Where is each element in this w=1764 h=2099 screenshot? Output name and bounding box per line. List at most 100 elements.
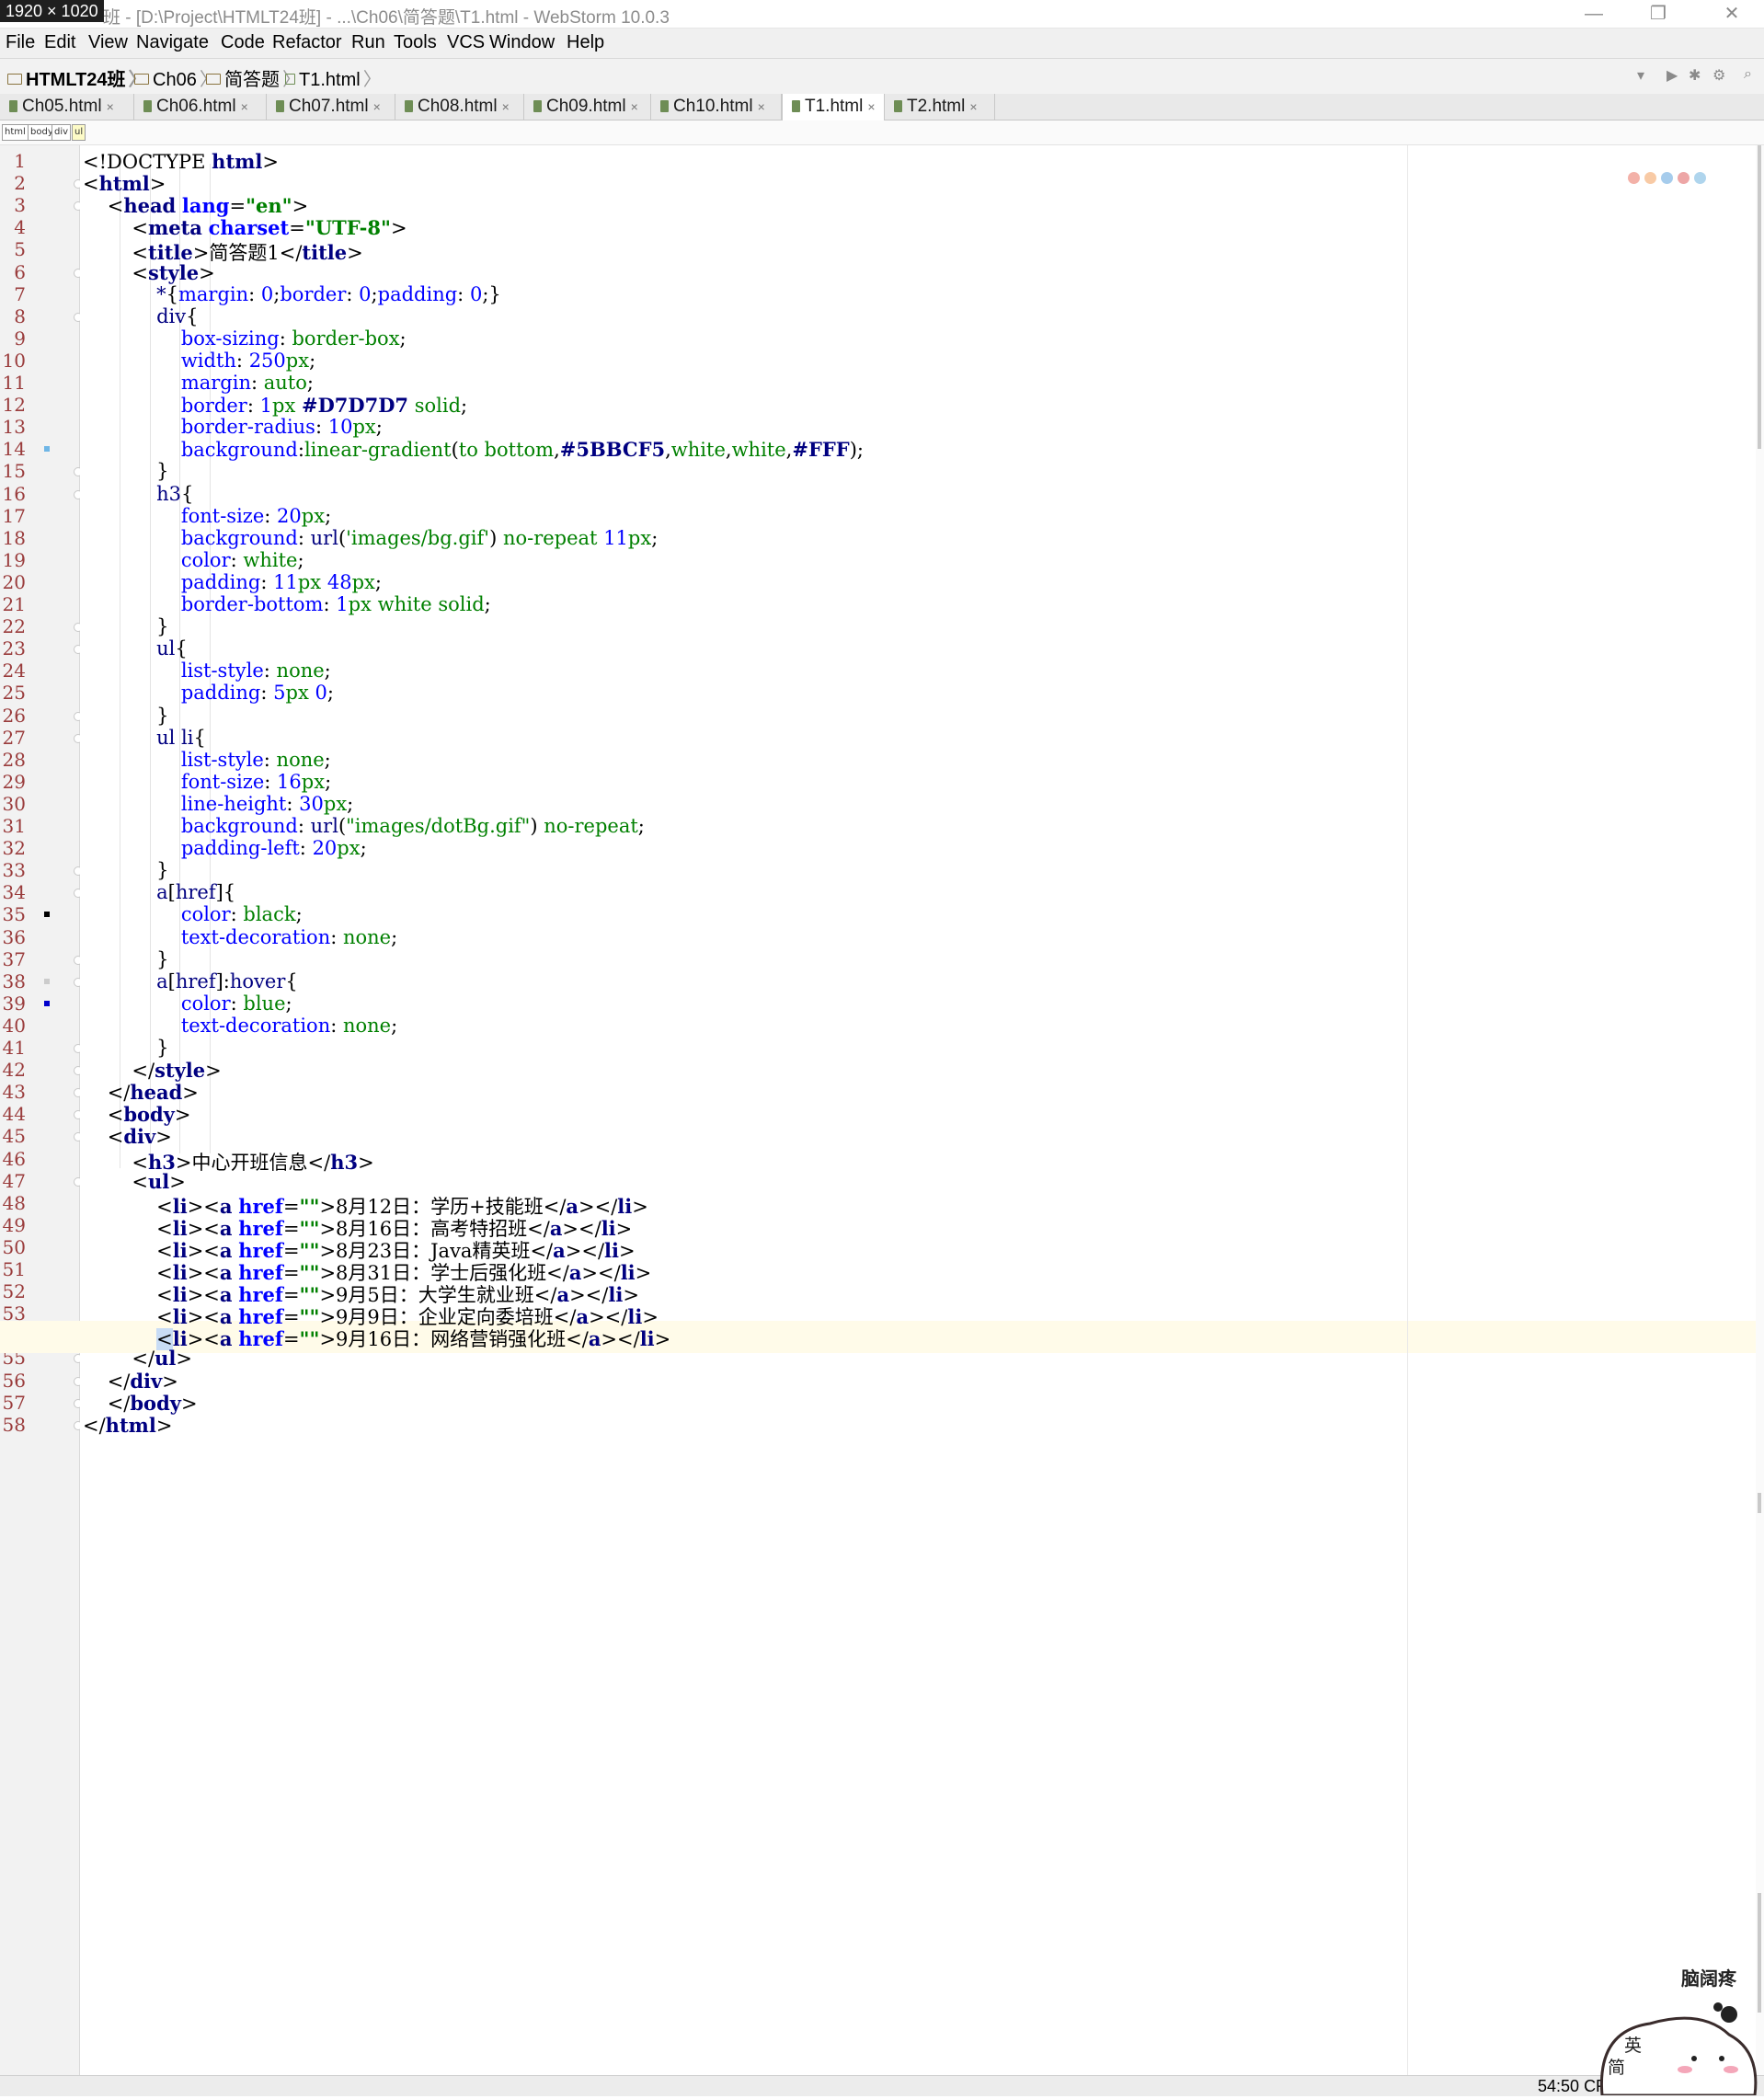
close-tab-icon[interactable]: × — [107, 99, 114, 114]
code-line[interactable]: *{margin: 0;border: 0;padding: 0;} — [83, 283, 501, 305]
code-line[interactable]: } — [83, 460, 168, 482]
line-number[interactable]: 46 — [0, 1148, 26, 1170]
code-line[interactable]: text-decoration: none; — [83, 926, 397, 948]
code-line[interactable]: a[href]{ — [83, 881, 235, 903]
line-number[interactable]: 35 — [0, 903, 26, 925]
tab-ch09-html[interactable]: Ch09.html × — [524, 94, 651, 120]
run-config-dropdown[interactable]: ▾ — [1637, 66, 1644, 85]
menu-help[interactable]: Help — [567, 32, 604, 53]
code-line[interactable]: </div> — [83, 1370, 178, 1393]
line-number[interactable]: 24 — [0, 660, 26, 682]
code-line[interactable]: list-style: none; — [83, 749, 331, 771]
code-line[interactable]: border-bottom: 1px white solid; — [83, 593, 491, 615]
code-line[interactable]: font-size: 16px; — [83, 771, 331, 793]
code-line[interactable]: </style> — [83, 1059, 221, 1082]
breadcrumb-item[interactable]: HTMLT24班〉 — [7, 64, 147, 91]
debug-icon[interactable]: ✱ — [1689, 66, 1701, 85]
code-line[interactable]: padding-left: 20px; — [83, 837, 367, 859]
code-line[interactable]: <style> — [83, 261, 214, 284]
menu-run[interactable]: Run — [351, 32, 385, 53]
line-number[interactable]: 11 — [0, 372, 26, 394]
code-line[interactable]: <head lang="en"> — [83, 194, 309, 217]
line-number[interactable]: 52 — [0, 1280, 26, 1302]
safari-icon[interactable] — [1694, 172, 1706, 184]
code-line[interactable]: width: 250px; — [83, 350, 315, 372]
line-number[interactable]: 1 — [0, 150, 26, 172]
line-number[interactable]: 25 — [0, 682, 26, 704]
line-number[interactable]: 38 — [0, 970, 26, 992]
run-icon[interactable]: ▶ — [1667, 66, 1678, 85]
line-number[interactable]: 50 — [0, 1236, 26, 1258]
line-number[interactable]: 20 — [0, 571, 26, 593]
line-number[interactable]: 44 — [0, 1103, 26, 1125]
open-in-browser-icons[interactable] — [1621, 168, 1722, 189]
menu-file[interactable]: File — [6, 32, 35, 53]
line-number[interactable]: 29 — [0, 771, 26, 793]
line-number[interactable]: 6 — [0, 261, 26, 283]
code-line[interactable]: div{ — [83, 305, 198, 327]
line-number[interactable]: 21 — [0, 593, 26, 615]
restore-button[interactable]: ❐ — [1626, 0, 1690, 28]
code-line[interactable]: padding: 11px 48px; — [83, 571, 382, 593]
line-number[interactable]: 58 — [0, 1414, 26, 1436]
menu-vcs[interactable]: VCS — [447, 32, 485, 53]
menu-edit[interactable]: Edit — [44, 32, 75, 53]
menu-window[interactable]: Window — [489, 32, 555, 53]
line-number[interactable]: 45 — [0, 1125, 26, 1147]
line-number[interactable]: 37 — [0, 948, 26, 970]
code-line[interactable]: margin: auto; — [83, 372, 314, 394]
code-line[interactable]: ul{ — [83, 637, 188, 660]
line-number[interactable]: 42 — [0, 1059, 26, 1081]
code-line[interactable]: <html> — [83, 172, 166, 195]
line-number[interactable]: 16 — [0, 483, 26, 505]
line-number[interactable]: 31 — [0, 815, 26, 837]
code-line[interactable]: <!DOCTYPE html> — [83, 150, 279, 173]
line-number[interactable]: 7 — [0, 283, 26, 305]
menu-view[interactable]: View — [88, 32, 128, 53]
code-line[interactable]: <ul> — [83, 1170, 185, 1193]
code-line[interactable]: border: 1px #D7D7D7 solid; — [83, 394, 467, 417]
code-line[interactable]: a[href]:hover{ — [83, 970, 298, 992]
line-number[interactable]: 34 — [0, 881, 26, 903]
line-number[interactable]: 23 — [0, 637, 26, 660]
line-number[interactable]: 28 — [0, 749, 26, 771]
ie-icon[interactable] — [1661, 172, 1673, 184]
menu-refactor[interactable]: Refactor — [272, 32, 342, 53]
menu-tools[interactable]: Tools — [394, 32, 437, 53]
line-number[interactable]: 51 — [0, 1258, 26, 1280]
line-number[interactable]: 10 — [0, 350, 26, 372]
code-line[interactable]: color: white; — [83, 549, 304, 571]
close-tab-icon[interactable]: × — [867, 99, 875, 114]
line-number[interactable]: 8 — [0, 305, 26, 327]
code-line[interactable]: box-sizing: border-box; — [83, 327, 407, 350]
code-line[interactable]: <body> — [83, 1103, 191, 1126]
code-line[interactable]: } — [83, 948, 168, 970]
search-icon[interactable]: ⌕ — [1744, 66, 1752, 83]
code-line[interactable]: background: url('images/bg.gif') no-repe… — [83, 527, 658, 549]
close-tab-icon[interactable]: × — [758, 99, 765, 114]
line-number[interactable]: 48 — [0, 1192, 26, 1214]
chrome-icon[interactable] — [1628, 172, 1640, 184]
code-line[interactable]: color: blue; — [83, 992, 292, 1015]
code-line[interactable]: <div> — [83, 1125, 172, 1148]
code-line[interactable]: <meta charset="UTF-8"> — [83, 216, 407, 239]
menu-navigate[interactable]: Navigate — [136, 32, 209, 53]
line-number[interactable]: 40 — [0, 1015, 26, 1037]
line-number[interactable]: 13 — [0, 416, 26, 438]
tab-ch06-html[interactable]: Ch06.html × — [134, 94, 267, 120]
line-number[interactable]: 15 — [0, 460, 26, 482]
code-line[interactable]: </body> — [83, 1392, 198, 1415]
code-line[interactable]: background: url("images/dotBg.gif") no-r… — [83, 815, 645, 837]
breadcrumb-item[interactable]: T1.html 〉 — [285, 64, 382, 91]
tab-ch08-html[interactable]: Ch08.html × — [395, 94, 524, 120]
code-line[interactable]: } — [83, 705, 168, 727]
code-line[interactable]: } — [83, 615, 168, 637]
line-number[interactable]: 3 — [0, 194, 26, 216]
line-number[interactable]: 4 — [0, 216, 26, 238]
structure-tag-html[interactable]: html — [2, 124, 29, 141]
line-number[interactable]: 32 — [0, 837, 26, 859]
line-number[interactable]: 30 — [0, 793, 26, 815]
line-number[interactable]: 26 — [0, 705, 26, 727]
code-line[interactable]: } — [83, 859, 168, 881]
code-line[interactable]: text-decoration: none; — [83, 1015, 397, 1037]
